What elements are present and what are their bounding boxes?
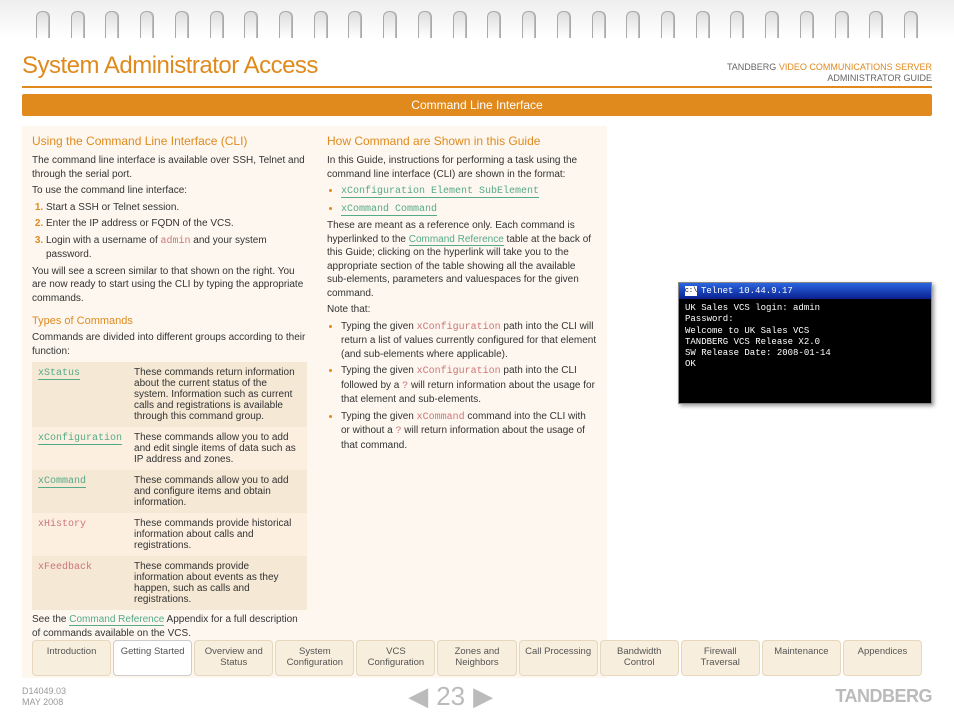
heading-types: Types of Commands <box>32 315 307 327</box>
para-how-intro: In this Guide, instructions for performi… <box>327 154 597 181</box>
command-desc: These commands return information about … <box>128 362 307 427</box>
command-reference-link-2[interactable]: Command Reference <box>409 234 504 246</box>
page-navigation: ◀ 23 ▶ <box>408 681 493 712</box>
table-row: xStatus These commands return information… <box>32 362 307 427</box>
notes-list: Typing the given xConfiguration path int… <box>327 320 597 453</box>
format-xconfiguration-link[interactable]: xConfiguration Element SubElement <box>341 186 539 198</box>
terminal-titlebar: c:\ Telnet 10.44.9.17 <box>679 283 931 299</box>
nav-tab-system-configuration[interactable]: System Configuration <box>275 640 354 676</box>
terminal-icon: c:\ <box>685 286 697 296</box>
command-desc: These commands provide historical inform… <box>128 513 307 556</box>
note-item: Typing the given xConfiguration path int… <box>341 364 597 407</box>
step-1: Start a SSH or Telnet session. <box>46 201 307 215</box>
next-page-button[interactable]: ▶ <box>473 681 493 712</box>
format-xcommand-link[interactable]: xCommand Command <box>341 204 437 216</box>
nav-tab-overview-and-status[interactable]: Overview and Status <box>194 640 273 676</box>
para-types: Commands are divided into different grou… <box>32 331 307 358</box>
table-row: xConfiguration These commands allow you t… <box>32 427 307 470</box>
column-middle: How Command are Shown in this Guide In t… <box>317 126 607 678</box>
prev-page-button[interactable]: ◀ <box>408 681 428 712</box>
nav-tab-appendices[interactable]: Appendices <box>843 640 922 676</box>
step-2: Enter the IP address or FQDN of the VCS. <box>46 217 307 231</box>
brand-logo: TANDBERG <box>835 686 932 707</box>
page-footer: D14049.03MAY 2008 ◀ 23 ▶ TANDBERG <box>22 681 932 712</box>
see-also: See the Command Reference Appendix for a… <box>32 613 307 640</box>
para-intro: The command line interface is available … <box>32 154 307 181</box>
command-desc: These commands provide information about… <box>128 556 307 610</box>
table-row: xCommand These commands allow you to add … <box>32 470 307 513</box>
terminal-body: UK Sales VCS login: admin Password: Welc… <box>679 299 931 375</box>
command-name[interactable]: xConfiguration <box>38 433 122 445</box>
page-content: System Administrator Access TANDBERG VID… <box>0 38 954 678</box>
page-header: System Administrator Access TANDBERG VID… <box>22 52 932 88</box>
nav-tab-introduction[interactable]: Introduction <box>32 640 111 676</box>
terminal-window: c:\ Telnet 10.44.9.17 UK Sales VCS login… <box>678 282 932 404</box>
note-item: Typing the given xCommand command into t… <box>341 410 597 453</box>
nav-tab-zones-and-neighbors[interactable]: Zones and Neighbors <box>437 640 516 676</box>
page-title: System Administrator Access <box>22 52 318 80</box>
document-meta: TANDBERG VIDEO COMMUNICATIONS SERVER ADM… <box>727 62 932 84</box>
note-item: Typing the given xConfiguration path int… <box>341 320 597 362</box>
document-id: D14049.03MAY 2008 <box>22 686 66 708</box>
page-number: 23 <box>436 681 465 712</box>
nav-tab-bandwidth-control[interactable]: Bandwidth Control <box>600 640 679 676</box>
note-label: Note that: <box>327 303 597 317</box>
command-desc: These commands allow you to add and edit… <box>128 427 307 470</box>
nav-tab-maintenance[interactable]: Maintenance <box>762 640 841 676</box>
nav-tab-firewall-traversal[interactable]: Firewall Traversal <box>681 640 760 676</box>
steps-list: Start a SSH or Telnet session. Enter the… <box>32 201 307 262</box>
content-columns: Using the Command Line Interface (CLI) T… <box>22 126 932 678</box>
command-reference-link[interactable]: Command Reference <box>69 614 164 626</box>
command-name[interactable]: xStatus <box>38 368 80 380</box>
spiral-binding <box>0 0 954 38</box>
format-list: xConfiguration Element SubElement xComma… <box>327 184 597 216</box>
command-table: xStatus These commands return information… <box>32 362 307 610</box>
table-row: xFeedback These commands provide informat… <box>32 556 307 610</box>
para-after: You will see a screen similar to that sh… <box>32 265 307 306</box>
command-name: xHistory <box>38 519 86 530</box>
heading-cli: Using the Command Line Interface (CLI) <box>32 134 307 148</box>
command-desc: These commands allow you to add and conf… <box>128 470 307 513</box>
nav-tab-vcs-configuration[interactable]: VCS Configuration <box>356 640 435 676</box>
terminal-title-text: Telnet 10.44.9.17 <box>701 286 793 296</box>
document-page: System Administrator Access TANDBERG VID… <box>0 0 954 718</box>
column-left: Using the Command Line Interface (CLI) T… <box>22 126 317 678</box>
nav-tab-getting-started[interactable]: Getting Started <box>113 640 192 676</box>
heading-how-shown: How Command are Shown in this Guide <box>327 134 597 148</box>
para-reference: These are meant as a reference only. Eac… <box>327 219 597 300</box>
nav-tab-call-processing[interactable]: Call Processing <box>519 640 598 676</box>
section-title-bar: Command Line Interface <box>22 94 932 116</box>
column-right: c:\ Telnet 10.44.9.17 UK Sales VCS login… <box>607 126 932 678</box>
table-row: xHistory These commands provide historica… <box>32 513 307 556</box>
nav-tabs: IntroductionGetting StartedOverview and … <box>22 640 932 676</box>
para-use: To use the command line interface: <box>32 184 307 198</box>
command-name: xFeedback <box>38 562 92 573</box>
command-name[interactable]: xCommand <box>38 476 86 488</box>
step-3: Login with a username of admin and your … <box>46 234 307 262</box>
